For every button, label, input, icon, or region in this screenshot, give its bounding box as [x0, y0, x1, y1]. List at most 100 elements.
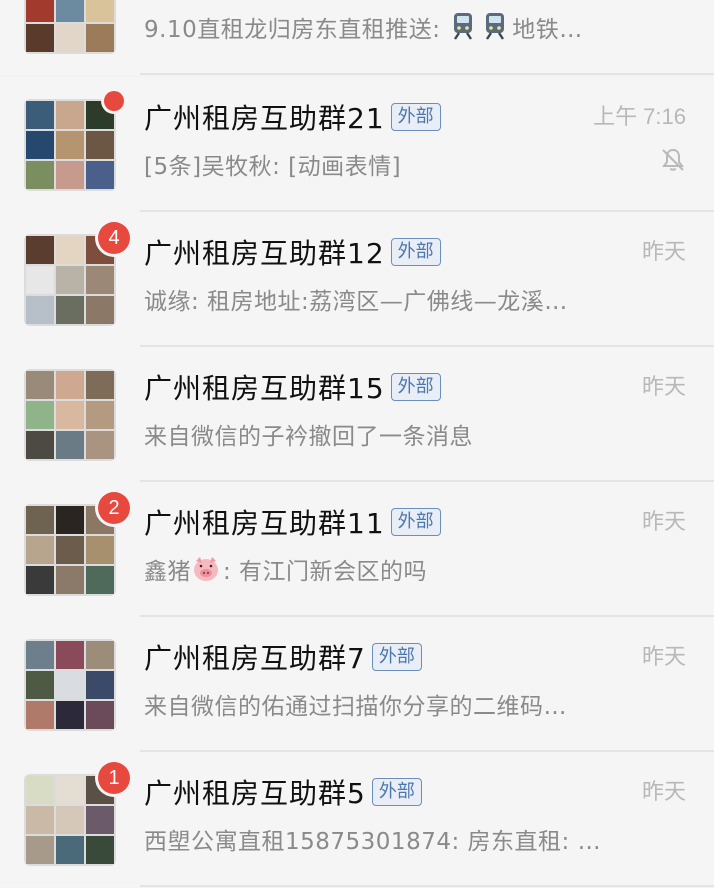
- avatar-grid: [26, 0, 114, 52]
- unread-badge: 4: [98, 222, 130, 254]
- member-avatar: [86, 566, 114, 594]
- unread-dot: [104, 91, 124, 111]
- member-avatar: [56, 161, 84, 189]
- message-preview: [5条]吴牧秋: [动画表情]: [144, 147, 401, 181]
- group-avatar: [24, 369, 116, 461]
- member-avatar: [56, 431, 84, 459]
- member-avatar: [56, 776, 84, 804]
- member-avatar: [86, 266, 114, 294]
- group-avatar: 2: [24, 492, 130, 596]
- pig-icon: [191, 555, 221, 589]
- chat-title-line: 广州租房互助群11 外部: [144, 502, 441, 542]
- external-tag: 外部: [371, 778, 422, 806]
- chat-title-line: 广州租房互助群15 外部: [144, 367, 441, 407]
- chat-title-line: 广州租房互助群7 外部: [144, 637, 422, 677]
- message-preview: 鑫猪 : 有江门新会区的吗: [144, 552, 427, 589]
- member-avatar: [86, 296, 114, 324]
- group-avatar: 1: [24, 762, 130, 866]
- group-avatar: 4: [24, 222, 130, 326]
- member-avatar: [26, 701, 54, 729]
- chat-row[interactable]: 广州租房互助群15 外部来自微信的子衿撤回了一条消息 昨天: [0, 347, 714, 482]
- avatar-grid: [26, 641, 114, 729]
- group-avatar: [24, 91, 124, 191]
- chat-name: 广州租房互助群12: [144, 237, 385, 270]
- member-avatar: [26, 431, 54, 459]
- member-avatar: [86, 131, 114, 159]
- avatar-grid: [26, 776, 114, 864]
- member-avatar: [56, 131, 84, 159]
- chat-name: 广州租房互助群7: [144, 642, 366, 675]
- member-avatar: [26, 131, 54, 159]
- message-preview: 来自微信的子衿撤回了一条消息: [144, 417, 473, 451]
- member-avatar: [56, 506, 84, 534]
- row-divider: [140, 73, 714, 75]
- chat-row[interactable]: 1 广州租房互助群5 外部西塱公寓直租15875301874: 房东直租: … 昨天: [0, 752, 714, 887]
- member-avatar: [26, 776, 54, 804]
- member-avatar: [56, 566, 84, 594]
- member-avatar: [86, 24, 114, 52]
- preview-text: 西塱公寓直租15875301874: 房东直租: …: [144, 829, 602, 855]
- member-avatar: [26, 0, 54, 22]
- preview-text: [5条]吴牧秋: [动画表情]: [144, 154, 402, 180]
- preview-text: 鑫猪: [144, 559, 191, 585]
- chat-name: 广州租房互助群15: [144, 372, 385, 405]
- member-avatar: [86, 671, 114, 699]
- message-time: 昨天: [641, 374, 686, 399]
- chat-list: 9.10直租龙归房东直租推送: 地铁… 广州租房互助群21 外部 [5条]吴牧秋: […: [0, 0, 714, 888]
- metro-icon: [448, 11, 478, 47]
- external-tag: 外部: [390, 373, 441, 401]
- member-avatar: [56, 536, 84, 564]
- member-avatar: [56, 806, 84, 834]
- member-avatar: [26, 161, 54, 189]
- chat-row[interactable]: 广州租房互助群21 外部 [5条]吴牧秋: [动画表情] 上午 7:16: [0, 77, 714, 212]
- member-avatar: [26, 236, 54, 264]
- external-tag: 外部: [390, 103, 441, 131]
- message-time: 昨天: [641, 779, 686, 804]
- member-avatar: [56, 101, 84, 129]
- member-avatar: [26, 836, 54, 864]
- chat-title-line: 广州租房互助群5 外部: [144, 772, 422, 812]
- mute-bell-icon: [660, 147, 686, 173]
- group-avatar: [24, 639, 116, 731]
- member-avatar: [56, 24, 84, 52]
- message-time: 昨天: [641, 509, 686, 534]
- member-avatar: [86, 0, 114, 22]
- preview-text: 诚缘: 租房地址:荔湾区—广佛线—龙溪…: [144, 289, 568, 315]
- member-avatar: [26, 101, 54, 129]
- preview-text-suffix: 地铁…: [512, 17, 583, 43]
- avatar-grid: [26, 371, 114, 459]
- message-time: 昨天: [641, 239, 686, 264]
- member-avatar: [56, 266, 84, 294]
- external-tag: 外部: [390, 238, 441, 266]
- chat-row[interactable]: 9.10直租龙归房东直租推送: 地铁…: [0, 0, 714, 75]
- member-avatar: [26, 536, 54, 564]
- message-time: 昨天: [641, 644, 686, 669]
- message-preview: 来自微信的佑通过扫描你分享的二维码…: [144, 687, 567, 721]
- member-avatar: [26, 266, 54, 294]
- chat-row[interactable]: 广州租房互助群7 外部来自微信的佑通过扫描你分享的二维码… 昨天: [0, 617, 714, 752]
- chat-name: 广州租房互助群11: [144, 507, 385, 540]
- preview-text: 来自微信的子衿撤回了一条消息: [144, 424, 473, 450]
- message-preview: 诚缘: 租房地址:荔湾区—广佛线—龙溪…: [144, 282, 568, 316]
- unread-badge: 2: [98, 492, 130, 524]
- member-avatar: [26, 401, 54, 429]
- member-avatar: [26, 566, 54, 594]
- member-avatar: [56, 671, 84, 699]
- member-avatar: [86, 806, 114, 834]
- metro-icon: [480, 11, 510, 47]
- preview-text-suffix: : 有江门新会区的吗: [223, 559, 428, 585]
- member-avatar: [86, 641, 114, 669]
- member-avatar: [56, 701, 84, 729]
- preview-text: 9.10直租龙归房东直租推送:: [144, 17, 449, 43]
- member-avatar: [86, 536, 114, 564]
- member-avatar: [86, 401, 114, 429]
- chat-name: 广州租房互助群21: [144, 102, 385, 135]
- member-avatar: [56, 296, 84, 324]
- avatar-grid: [26, 101, 114, 189]
- row-divider: [140, 885, 714, 887]
- avatar-grid: [26, 236, 114, 324]
- chat-row[interactable]: 4 广州租房互助群12 外部诚缘: 租房地址:荔湾区—广佛线—龙溪… 昨天: [0, 212, 714, 347]
- message-time: 上午 7:16: [593, 104, 686, 129]
- chat-row[interactable]: 2 广州租房互助群11 外部鑫猪 : 有江门新会区的吗 昨天: [0, 482, 714, 617]
- member-avatar: [56, 401, 84, 429]
